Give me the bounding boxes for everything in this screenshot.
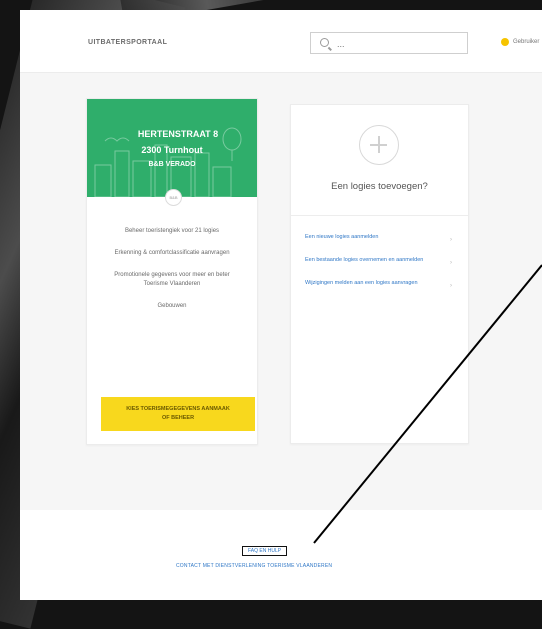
property-card: HERTENSTRAAT 8 2300 Turnhout B&B VERADO …: [86, 98, 258, 445]
brand-title: UITBATERSPORTAAL: [88, 39, 168, 46]
search-box[interactable]: [310, 32, 468, 54]
property-link-promotion[interactable]: Promotionele gegevens voor meer en beter…: [95, 271, 249, 289]
footer-help-link[interactable]: FAQ EN HULP: [242, 546, 288, 556]
search-input[interactable]: [335, 36, 459, 52]
property-link-buildings[interactable]: Gebouwen: [95, 302, 249, 311]
chevron-right-icon: ›: [450, 237, 452, 243]
add-link-new[interactable]: Een nieuwe logies aanmelden ›: [305, 233, 454, 243]
divider: [291, 215, 468, 216]
user-status-dot-icon: [501, 38, 509, 46]
footer-contact-link[interactable]: CONTACT MET DIENSTVERLENING TOERISME VLA…: [176, 563, 332, 569]
add-link-changes[interactable]: Wijzigingen melden aan een logies aanvra…: [305, 279, 454, 289]
plus-circle-icon[interactable]: [359, 125, 399, 165]
chevron-right-icon: ›: [450, 260, 452, 266]
add-link-label: Een nieuwe logies aanmelden: [305, 234, 379, 240]
property-address-line1: HERTENSTRAAT 8: [137, 129, 219, 139]
add-link-takeover[interactable]: Een bestaande logies overnemen en aanmel…: [305, 256, 454, 266]
property-address-line2: 2300 Turnhout: [141, 145, 203, 155]
add-logies-links: Een nieuwe logies aanmelden › Een bestaa…: [305, 233, 454, 302]
add-logies-card: Een logies toevoegen? Een nieuwe logies …: [290, 104, 469, 444]
property-hero: HERTENSTRAAT 8 2300 Turnhout B&B VERADO: [87, 99, 257, 197]
add-logies-title: Een logies toevoegen?: [331, 181, 428, 192]
add-link-label: Wijzigingen melden aan een logies aanvra…: [305, 280, 418, 286]
user-menu[interactable]: Gebruiker: [501, 38, 539, 46]
search-icon: [320, 38, 329, 47]
top-bar: UITBATERSPORTAAL Gebruiker: [20, 10, 542, 73]
footer: FAQ EN HULP CONTACT MET DIENSTVERLENING …: [20, 510, 542, 600]
property-type-badge: B&B: [165, 189, 182, 206]
property-category: B&B VERADO: [148, 161, 196, 168]
property-link-recognition[interactable]: Erkenning & comfortclassificatie aanvrag…: [95, 249, 249, 258]
property-link-manage[interactable]: Beheer toeristengiek voor 21 logies: [95, 227, 249, 236]
property-cta-button[interactable]: KIES TOERISMEGEGEVENS AANMAAK OF BEHEER: [101, 397, 255, 431]
chevron-right-icon: ›: [450, 283, 452, 289]
app-window: UITBATERSPORTAAL Gebruiker: [20, 10, 542, 600]
user-name: Gebruiker: [513, 39, 540, 45]
property-actions: Beheer toeristengiek voor 21 logies Erke…: [95, 227, 249, 324]
add-link-label: Een bestaande logies overnemen en aanmel…: [305, 257, 424, 263]
